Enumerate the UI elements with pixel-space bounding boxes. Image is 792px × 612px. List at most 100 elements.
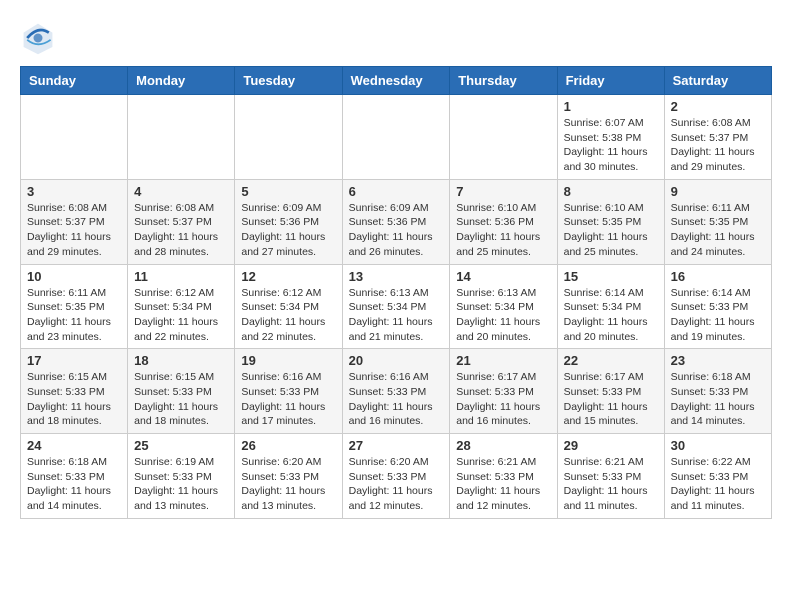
day-info: Sunrise: 6:13 AM Sunset: 5:34 PM Dayligh… bbox=[349, 286, 444, 345]
calendar-cell: 29 Sunrise: 6:21 AM Sunset: 5:33 PM Dayli… bbox=[557, 434, 664, 519]
logo bbox=[20, 20, 60, 56]
day-info: Sunrise: 6:11 AM Sunset: 5:35 PM Dayligh… bbox=[671, 201, 765, 260]
calendar-cell: 5 Sunrise: 6:09 AM Sunset: 5:36 PM Daylig… bbox=[235, 179, 342, 264]
weekday-header-tuesday: Tuesday bbox=[235, 67, 342, 95]
day-number: 7 bbox=[456, 184, 550, 199]
day-info: Sunrise: 6:14 AM Sunset: 5:33 PM Dayligh… bbox=[671, 286, 765, 345]
day-info: Sunrise: 6:18 AM Sunset: 5:33 PM Dayligh… bbox=[671, 370, 765, 429]
day-number: 16 bbox=[671, 269, 765, 284]
calendar-cell bbox=[450, 95, 557, 180]
calendar-cell: 4Sunrise: 6:08 AM Sunset: 5:37 PM Daylig… bbox=[128, 179, 235, 264]
calendar-table: SundayMondayTuesdayWednesdayThursdayFrid… bbox=[20, 66, 772, 519]
day-number: 23 bbox=[671, 353, 765, 368]
day-number: 12 bbox=[241, 269, 335, 284]
calendar-cell: 16 Sunrise: 6:14 AM Sunset: 5:33 PM Dayli… bbox=[664, 264, 771, 349]
day-info: Sunrise: 6:14 AM Sunset: 5:34 PM Dayligh… bbox=[564, 286, 658, 345]
calendar-week-1: 1 Sunrise: 6:07 AM Sunset: 5:38 PM Daylig… bbox=[21, 95, 772, 180]
day-number: 21 bbox=[456, 353, 550, 368]
weekday-header-saturday: Saturday bbox=[664, 67, 771, 95]
calendar-week-3: 10 Sunrise: 6:11 AM Sunset: 5:35 PM Dayli… bbox=[21, 264, 772, 349]
calendar-cell bbox=[128, 95, 235, 180]
calendar-cell: 30 Sunrise: 6:22 AM Sunset: 5:33 PM Dayli… bbox=[664, 434, 771, 519]
day-number: 17 bbox=[27, 353, 121, 368]
calendar-cell: 10 Sunrise: 6:11 AM Sunset: 5:35 PM Dayli… bbox=[21, 264, 128, 349]
calendar-cell: 27 Sunrise: 6:20 AM Sunset: 5:33 PM Dayli… bbox=[342, 434, 450, 519]
calendar-cell bbox=[235, 95, 342, 180]
calendar-cell: 9Sunrise: 6:11 AM Sunset: 5:35 PM Daylig… bbox=[664, 179, 771, 264]
day-info: Sunrise: 6:08 AM Sunset: 5:37 PM Dayligh… bbox=[671, 116, 765, 175]
day-number: 30 bbox=[671, 438, 765, 453]
day-number: 29 bbox=[564, 438, 658, 453]
calendar-week-4: 17 Sunrise: 6:15 AM Sunset: 5:33 PM Dayli… bbox=[21, 349, 772, 434]
calendar-cell: 6Sunrise: 6:09 AM Sunset: 5:36 PM Daylig… bbox=[342, 179, 450, 264]
day-number: 5 bbox=[241, 184, 335, 199]
weekday-header-wednesday: Wednesday bbox=[342, 67, 450, 95]
day-number: 11 bbox=[134, 269, 228, 284]
day-info: Sunrise: 6:12 AM Sunset: 5:34 PM Dayligh… bbox=[134, 286, 228, 345]
calendar-cell: 28 Sunrise: 6:21 AM Sunset: 5:33 PM Dayli… bbox=[450, 434, 557, 519]
day-number: 8 bbox=[564, 184, 658, 199]
calendar-cell: 24 Sunrise: 6:18 AM Sunset: 5:33 PM Dayli… bbox=[21, 434, 128, 519]
weekday-header-thursday: Thursday bbox=[450, 67, 557, 95]
day-number: 28 bbox=[456, 438, 550, 453]
day-info: Sunrise: 6:20 AM Sunset: 5:33 PM Dayligh… bbox=[349, 455, 444, 514]
day-info: Sunrise: 6:21 AM Sunset: 5:33 PM Dayligh… bbox=[456, 455, 550, 514]
day-info: Sunrise: 6:10 AM Sunset: 5:36 PM Dayligh… bbox=[456, 201, 550, 260]
day-number: 18 bbox=[134, 353, 228, 368]
day-number: 25 bbox=[134, 438, 228, 453]
calendar-week-5: 24 Sunrise: 6:18 AM Sunset: 5:33 PM Dayli… bbox=[21, 434, 772, 519]
calendar-cell: 19 Sunrise: 6:16 AM Sunset: 5:33 PM Dayli… bbox=[235, 349, 342, 434]
calendar-cell: 13 Sunrise: 6:13 AM Sunset: 5:34 PM Dayli… bbox=[342, 264, 450, 349]
calendar-cell: 7 Sunrise: 6:10 AM Sunset: 5:36 PM Daylig… bbox=[450, 179, 557, 264]
day-info: Sunrise: 6:18 AM Sunset: 5:33 PM Dayligh… bbox=[27, 455, 121, 514]
page-header bbox=[20, 20, 772, 56]
calendar-cell bbox=[21, 95, 128, 180]
calendar-cell: 25Sunrise: 6:19 AM Sunset: 5:33 PM Dayli… bbox=[128, 434, 235, 519]
day-number: 1 bbox=[564, 99, 658, 114]
day-info: Sunrise: 6:17 AM Sunset: 5:33 PM Dayligh… bbox=[456, 370, 550, 429]
calendar-cell: 14Sunrise: 6:13 AM Sunset: 5:34 PM Dayli… bbox=[450, 264, 557, 349]
calendar-cell: 1 Sunrise: 6:07 AM Sunset: 5:38 PM Daylig… bbox=[557, 95, 664, 180]
day-number: 2 bbox=[671, 99, 765, 114]
day-number: 22 bbox=[564, 353, 658, 368]
calendar-cell: 17 Sunrise: 6:15 AM Sunset: 5:33 PM Dayli… bbox=[21, 349, 128, 434]
logo-icon bbox=[20, 20, 56, 56]
day-number: 20 bbox=[349, 353, 444, 368]
day-info: Sunrise: 6:22 AM Sunset: 5:33 PM Dayligh… bbox=[671, 455, 765, 514]
calendar-cell: 22 Sunrise: 6:17 AM Sunset: 5:33 PM Dayli… bbox=[557, 349, 664, 434]
day-number: 10 bbox=[27, 269, 121, 284]
day-info: Sunrise: 6:09 AM Sunset: 5:36 PM Dayligh… bbox=[241, 201, 335, 260]
calendar-cell: 12 Sunrise: 6:12 AM Sunset: 5:34 PM Dayli… bbox=[235, 264, 342, 349]
calendar-cell: 11 Sunrise: 6:12 AM Sunset: 5:34 PM Dayli… bbox=[128, 264, 235, 349]
day-info: Sunrise: 6:08 AM Sunset: 5:37 PM Dayligh… bbox=[27, 201, 121, 260]
calendar-cell: 18Sunrise: 6:15 AM Sunset: 5:33 PM Dayli… bbox=[128, 349, 235, 434]
day-info: Sunrise: 6:21 AM Sunset: 5:33 PM Dayligh… bbox=[564, 455, 658, 514]
calendar-cell: 8Sunrise: 6:10 AM Sunset: 5:35 PM Daylig… bbox=[557, 179, 664, 264]
day-info: Sunrise: 6:17 AM Sunset: 5:33 PM Dayligh… bbox=[564, 370, 658, 429]
day-info: Sunrise: 6:15 AM Sunset: 5:33 PM Dayligh… bbox=[27, 370, 121, 429]
day-number: 26 bbox=[241, 438, 335, 453]
day-info: Sunrise: 6:11 AM Sunset: 5:35 PM Dayligh… bbox=[27, 286, 121, 345]
day-info: Sunrise: 6:07 AM Sunset: 5:38 PM Dayligh… bbox=[564, 116, 658, 175]
weekday-header-row: SundayMondayTuesdayWednesdayThursdayFrid… bbox=[21, 67, 772, 95]
calendar-cell: 3 Sunrise: 6:08 AM Sunset: 5:37 PM Daylig… bbox=[21, 179, 128, 264]
day-info: Sunrise: 6:13 AM Sunset: 5:34 PM Dayligh… bbox=[456, 286, 550, 345]
calendar-week-2: 3 Sunrise: 6:08 AM Sunset: 5:37 PM Daylig… bbox=[21, 179, 772, 264]
day-info: Sunrise: 6:16 AM Sunset: 5:33 PM Dayligh… bbox=[241, 370, 335, 429]
calendar-cell bbox=[342, 95, 450, 180]
calendar-cell: 15Sunrise: 6:14 AM Sunset: 5:34 PM Dayli… bbox=[557, 264, 664, 349]
weekday-header-sunday: Sunday bbox=[21, 67, 128, 95]
day-number: 24 bbox=[27, 438, 121, 453]
calendar-cell: 2 Sunrise: 6:08 AM Sunset: 5:37 PM Daylig… bbox=[664, 95, 771, 180]
day-number: 13 bbox=[349, 269, 444, 284]
calendar-cell: 21 Sunrise: 6:17 AM Sunset: 5:33 PM Dayli… bbox=[450, 349, 557, 434]
day-number: 3 bbox=[27, 184, 121, 199]
day-info: Sunrise: 6:20 AM Sunset: 5:33 PM Dayligh… bbox=[241, 455, 335, 514]
day-number: 19 bbox=[241, 353, 335, 368]
calendar-cell: 20Sunrise: 6:16 AM Sunset: 5:33 PM Dayli… bbox=[342, 349, 450, 434]
day-number: 4 bbox=[134, 184, 228, 199]
day-number: 27 bbox=[349, 438, 444, 453]
day-number: 6 bbox=[349, 184, 444, 199]
day-info: Sunrise: 6:12 AM Sunset: 5:34 PM Dayligh… bbox=[241, 286, 335, 345]
weekday-header-monday: Monday bbox=[128, 67, 235, 95]
